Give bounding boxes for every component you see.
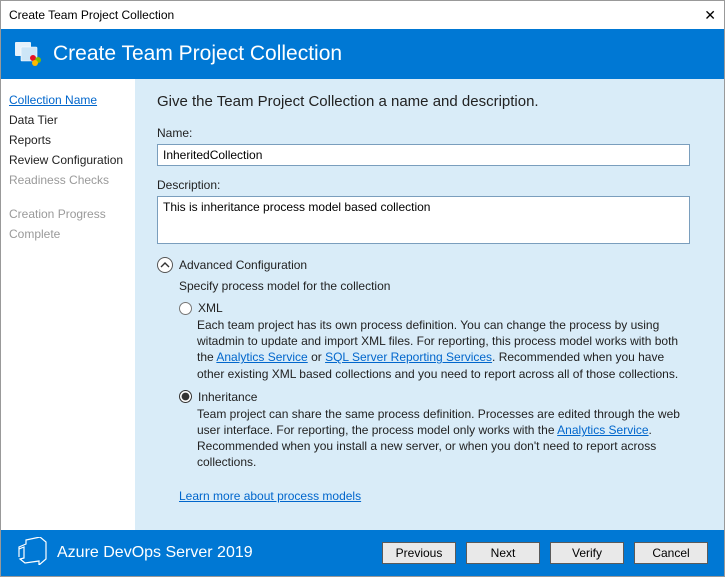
description-label: Description:	[157, 178, 690, 192]
description-input[interactable]: This is inheritance process model based …	[157, 196, 690, 244]
radio-inheritance-row[interactable]: Inheritance	[179, 390, 690, 404]
main-panel: Give the Team Project Collection a name …	[135, 79, 724, 530]
footer-brand-text: Azure DevOps Server 2019	[57, 544, 253, 562]
radio-inheritance[interactable]	[179, 390, 192, 403]
radio-inheritance-label: Inheritance	[198, 390, 257, 404]
link-analytics-service-1[interactable]: Analytics Service	[216, 350, 307, 364]
next-button[interactable]: Next	[466, 542, 540, 564]
banner-heading: Create Team Project Collection	[53, 42, 342, 66]
footer-buttons: Previous Next Verify Cancel	[382, 542, 708, 564]
sidebar-item-creation-progress: Creation Progress	[9, 207, 127, 221]
radio-xml-desc: Each team project has its own process de…	[197, 317, 690, 382]
sidebar: Collection Name Data Tier Reports Review…	[1, 79, 135, 530]
previous-button[interactable]: Previous	[382, 542, 456, 564]
sidebar-item-review-configuration[interactable]: Review Configuration	[9, 153, 127, 167]
advanced-config-expander[interactable]: Advanced Configuration	[157, 257, 690, 273]
footer-brand: Azure DevOps Server 2019	[17, 537, 372, 570]
radio-xml-row[interactable]: XML	[179, 301, 690, 315]
verify-button[interactable]: Verify	[550, 542, 624, 564]
name-label: Name:	[157, 126, 690, 140]
collection-icon	[15, 42, 43, 66]
cancel-button[interactable]: Cancel	[634, 542, 708, 564]
sidebar-item-collection-name[interactable]: Collection Name	[9, 93, 127, 107]
sidebar-item-data-tier[interactable]: Data Tier	[9, 113, 127, 127]
close-icon[interactable]: ✕	[704, 7, 716, 24]
footer: Azure DevOps Server 2019 Previous Next V…	[1, 530, 724, 576]
advanced-config-label: Advanced Configuration	[179, 258, 307, 272]
content: Collection Name Data Tier Reports Review…	[1, 79, 724, 530]
radio-inheritance-desc: Team project can share the same process …	[197, 406, 690, 471]
link-analytics-service-2[interactable]: Analytics Service	[557, 423, 648, 437]
radio-xml-label: XML	[198, 301, 223, 315]
window-title: Create Team Project Collection	[9, 8, 174, 22]
link-learn-more[interactable]: Learn more about process models	[179, 489, 361, 503]
titlebar: Create Team Project Collection ✕	[1, 1, 724, 29]
radio-xml[interactable]	[179, 302, 192, 315]
page-heading: Give the Team Project Collection a name …	[157, 93, 690, 110]
sidebar-item-reports[interactable]: Reports	[9, 133, 127, 147]
azure-devops-icon	[17, 537, 47, 570]
name-input[interactable]	[157, 144, 690, 166]
sidebar-item-complete: Complete	[9, 227, 127, 241]
banner: Create Team Project Collection	[1, 29, 724, 79]
specify-model-label: Specify process model for the collection	[179, 279, 690, 293]
sidebar-item-readiness-checks: Readiness Checks	[9, 173, 127, 187]
chevron-up-icon[interactable]	[157, 257, 173, 273]
link-sql-reporting-services[interactable]: SQL Server Reporting Services	[325, 350, 492, 364]
